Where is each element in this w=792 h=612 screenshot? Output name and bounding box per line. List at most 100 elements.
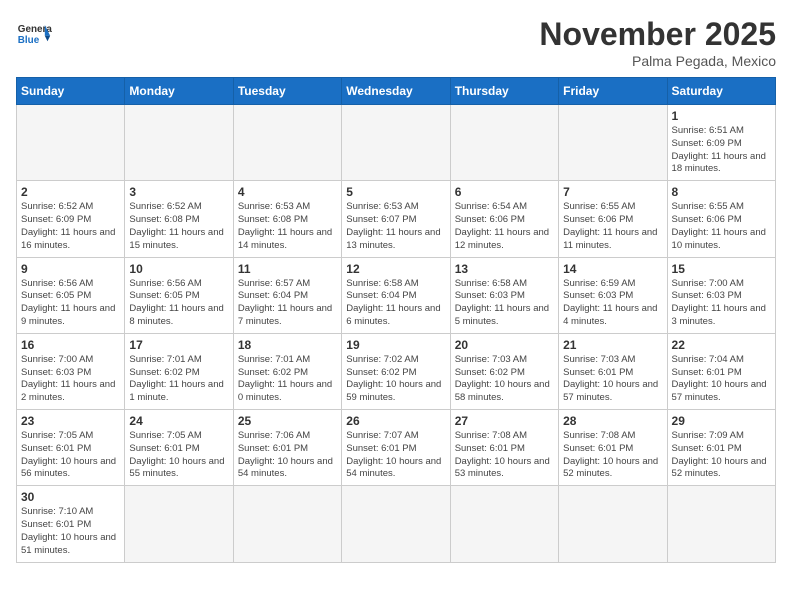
calendar-cell — [450, 486, 558, 562]
day-info: Sunrise: 7:01 AM Sunset: 6:02 PM Dayligh… — [129, 354, 228, 405]
calendar-cell: 5 Sunrise: 6:53 AM Sunset: 6:07 PM Daylig… — [342, 181, 450, 257]
calendar-cell: 21 Sunrise: 7:03 AM Sunset: 6:01 PM Dayli… — [559, 333, 667, 409]
calendar-cell: 7Sunrise: 6:55 AM Sunset: 6:06 PM Daylig… — [559, 181, 667, 257]
calendar-cell — [667, 486, 775, 562]
day-number: 20 — [455, 338, 554, 352]
weekday-header-sunday: Sunday — [17, 78, 125, 105]
day-number: 14 — [563, 262, 662, 276]
day-info: Sunrise: 6:51 AM Sunset: 6:09 PM Dayligh… — [672, 125, 771, 176]
calendar-cell: 25 Sunrise: 7:06 AM Sunset: 6:01 PM Dayli… — [233, 410, 341, 486]
calendar-cell: 27 Sunrise: 7:08 AM Sunset: 6:01 PM Dayli… — [450, 410, 558, 486]
week-row-4: 23Sunrise: 7:05 AM Sunset: 6:01 PM Dayli… — [17, 410, 776, 486]
day-number: 27 — [455, 414, 554, 428]
day-number: 1 — [672, 109, 771, 123]
day-info: Sunrise: 6:53 AM Sunset: 6:08 PM Dayligh… — [238, 201, 337, 252]
day-info: Sunrise: 6:54 AM Sunset: 6:06 PM Dayligh… — [455, 201, 554, 252]
calendar-cell: 23Sunrise: 7:05 AM Sunset: 6:01 PM Dayli… — [17, 410, 125, 486]
calendar-cell: 22Sunrise: 7:04 AM Sunset: 6:01 PM Dayli… — [667, 333, 775, 409]
day-info: Sunrise: 7:07 AM Sunset: 6:01 PM Dayligh… — [346, 430, 445, 481]
calendar-cell — [450, 105, 558, 181]
week-row-1: 2Sunrise: 6:52 AM Sunset: 6:09 PM Daylig… — [17, 181, 776, 257]
day-number: 2 — [21, 185, 120, 199]
weekday-header-row: SundayMondayTuesdayWednesdayThursdayFrid… — [17, 78, 776, 105]
day-info: Sunrise: 7:09 AM Sunset: 6:01 PM Dayligh… — [672, 430, 771, 481]
calendar-cell: 28Sunrise: 7:08 AM Sunset: 6:01 PM Dayli… — [559, 410, 667, 486]
day-info: Sunrise: 7:08 AM Sunset: 6:01 PM Dayligh… — [563, 430, 662, 481]
day-info: Sunrise: 6:58 AM Sunset: 6:04 PM Dayligh… — [346, 278, 445, 329]
page-header: General Blue November 2025 Palma Pegada,… — [16, 16, 776, 69]
day-number: 30 — [21, 490, 120, 504]
day-info: Sunrise: 7:05 AM Sunset: 6:01 PM Dayligh… — [129, 430, 228, 481]
calendar-cell: 16 Sunrise: 7:00 AM Sunset: 6:03 PM Dayli… — [17, 333, 125, 409]
calendar-cell: 9 Sunrise: 6:56 AM Sunset: 6:05 PM Daylig… — [17, 257, 125, 333]
weekday-header-saturday: Saturday — [667, 78, 775, 105]
day-info: Sunrise: 7:06 AM Sunset: 6:01 PM Dayligh… — [238, 430, 337, 481]
calendar-cell: 20 Sunrise: 7:03 AM Sunset: 6:02 PM Dayli… — [450, 333, 558, 409]
day-number: 3 — [129, 185, 228, 199]
day-info: Sunrise: 7:03 AM Sunset: 6:02 PM Dayligh… — [455, 354, 554, 405]
day-info: Sunrise: 7:04 AM Sunset: 6:01 PM Dayligh… — [672, 354, 771, 405]
day-info: Sunrise: 6:53 AM Sunset: 6:07 PM Dayligh… — [346, 201, 445, 252]
week-row-0: 1 Sunrise: 6:51 AM Sunset: 6:09 PM Daylig… — [17, 105, 776, 181]
week-row-3: 16 Sunrise: 7:00 AM Sunset: 6:03 PM Dayli… — [17, 333, 776, 409]
calendar-cell: 6 Sunrise: 6:54 AM Sunset: 6:06 PM Daylig… — [450, 181, 558, 257]
day-number: 10 — [129, 262, 228, 276]
calendar-cell: 11 Sunrise: 6:57 AM Sunset: 6:04 PM Dayli… — [233, 257, 341, 333]
svg-text:Blue: Blue — [18, 35, 40, 46]
calendar-cell: 10 Sunrise: 6:56 AM Sunset: 6:05 PM Dayli… — [125, 257, 233, 333]
day-number: 15 — [672, 262, 771, 276]
weekday-header-thursday: Thursday — [450, 78, 558, 105]
calendar-cell: 24Sunrise: 7:05 AM Sunset: 6:01 PM Dayli… — [125, 410, 233, 486]
calendar-cell: 4Sunrise: 6:53 AM Sunset: 6:08 PM Daylig… — [233, 181, 341, 257]
day-number: 21 — [563, 338, 662, 352]
calendar-cell: 30 Sunrise: 7:10 AM Sunset: 6:01 PM Dayli… — [17, 486, 125, 562]
day-info: Sunrise: 7:00 AM Sunset: 6:03 PM Dayligh… — [21, 354, 120, 405]
logo: General Blue — [16, 16, 52, 52]
day-info: Sunrise: 6:58 AM Sunset: 6:03 PM Dayligh… — [455, 278, 554, 329]
calendar-cell: 14 Sunrise: 6:59 AM Sunset: 6:03 PM Dayli… — [559, 257, 667, 333]
day-info: Sunrise: 7:00 AM Sunset: 6:03 PM Dayligh… — [672, 278, 771, 329]
day-info: Sunrise: 6:56 AM Sunset: 6:05 PM Dayligh… — [21, 278, 120, 329]
day-info: Sunrise: 7:10 AM Sunset: 6:01 PM Dayligh… — [21, 506, 120, 557]
calendar-cell — [559, 105, 667, 181]
day-number: 5 — [346, 185, 445, 199]
day-info: Sunrise: 6:59 AM Sunset: 6:03 PM Dayligh… — [563, 278, 662, 329]
day-number: 16 — [21, 338, 120, 352]
calendar-cell — [559, 486, 667, 562]
day-info: Sunrise: 7:02 AM Sunset: 6:02 PM Dayligh… — [346, 354, 445, 405]
day-number: 6 — [455, 185, 554, 199]
day-info: Sunrise: 6:56 AM Sunset: 6:05 PM Dayligh… — [129, 278, 228, 329]
day-number: 25 — [238, 414, 337, 428]
calendar-cell — [233, 486, 341, 562]
calendar-cell: 2Sunrise: 6:52 AM Sunset: 6:09 PM Daylig… — [17, 181, 125, 257]
day-number: 11 — [238, 262, 337, 276]
day-info: Sunrise: 7:01 AM Sunset: 6:02 PM Dayligh… — [238, 354, 337, 405]
calendar-cell: 29 Sunrise: 7:09 AM Sunset: 6:01 PM Dayli… — [667, 410, 775, 486]
calendar-cell: 3 Sunrise: 6:52 AM Sunset: 6:08 PM Daylig… — [125, 181, 233, 257]
calendar-cell — [125, 105, 233, 181]
location-label: Palma Pegada, Mexico — [539, 53, 776, 69]
week-row-2: 9 Sunrise: 6:56 AM Sunset: 6:05 PM Daylig… — [17, 257, 776, 333]
calendar-cell — [125, 486, 233, 562]
day-info: Sunrise: 6:52 AM Sunset: 6:08 PM Dayligh… — [129, 201, 228, 252]
day-info: Sunrise: 7:03 AM Sunset: 6:01 PM Dayligh… — [563, 354, 662, 405]
day-number: 9 — [21, 262, 120, 276]
day-number: 12 — [346, 262, 445, 276]
day-number: 29 — [672, 414, 771, 428]
weekday-header-tuesday: Tuesday — [233, 78, 341, 105]
day-number: 26 — [346, 414, 445, 428]
calendar-table: SundayMondayTuesdayWednesdayThursdayFrid… — [16, 77, 776, 563]
calendar-cell — [17, 105, 125, 181]
calendar-cell: 1 Sunrise: 6:51 AM Sunset: 6:09 PM Daylig… — [667, 105, 775, 181]
day-info: Sunrise: 6:57 AM Sunset: 6:04 PM Dayligh… — [238, 278, 337, 329]
title-block: November 2025 Palma Pegada, Mexico — [539, 16, 776, 69]
week-row-5: 30 Sunrise: 7:10 AM Sunset: 6:01 PM Dayli… — [17, 486, 776, 562]
calendar-cell: 18Sunrise: 7:01 AM Sunset: 6:02 PM Dayli… — [233, 333, 341, 409]
calendar-cell: 8Sunrise: 6:55 AM Sunset: 6:06 PM Daylig… — [667, 181, 775, 257]
weekday-header-monday: Monday — [125, 78, 233, 105]
weekday-header-friday: Friday — [559, 78, 667, 105]
day-info: Sunrise: 7:05 AM Sunset: 6:01 PM Dayligh… — [21, 430, 120, 481]
day-info: Sunrise: 7:08 AM Sunset: 6:01 PM Dayligh… — [455, 430, 554, 481]
calendar-cell: 13Sunrise: 6:58 AM Sunset: 6:03 PM Dayli… — [450, 257, 558, 333]
day-number: 19 — [346, 338, 445, 352]
